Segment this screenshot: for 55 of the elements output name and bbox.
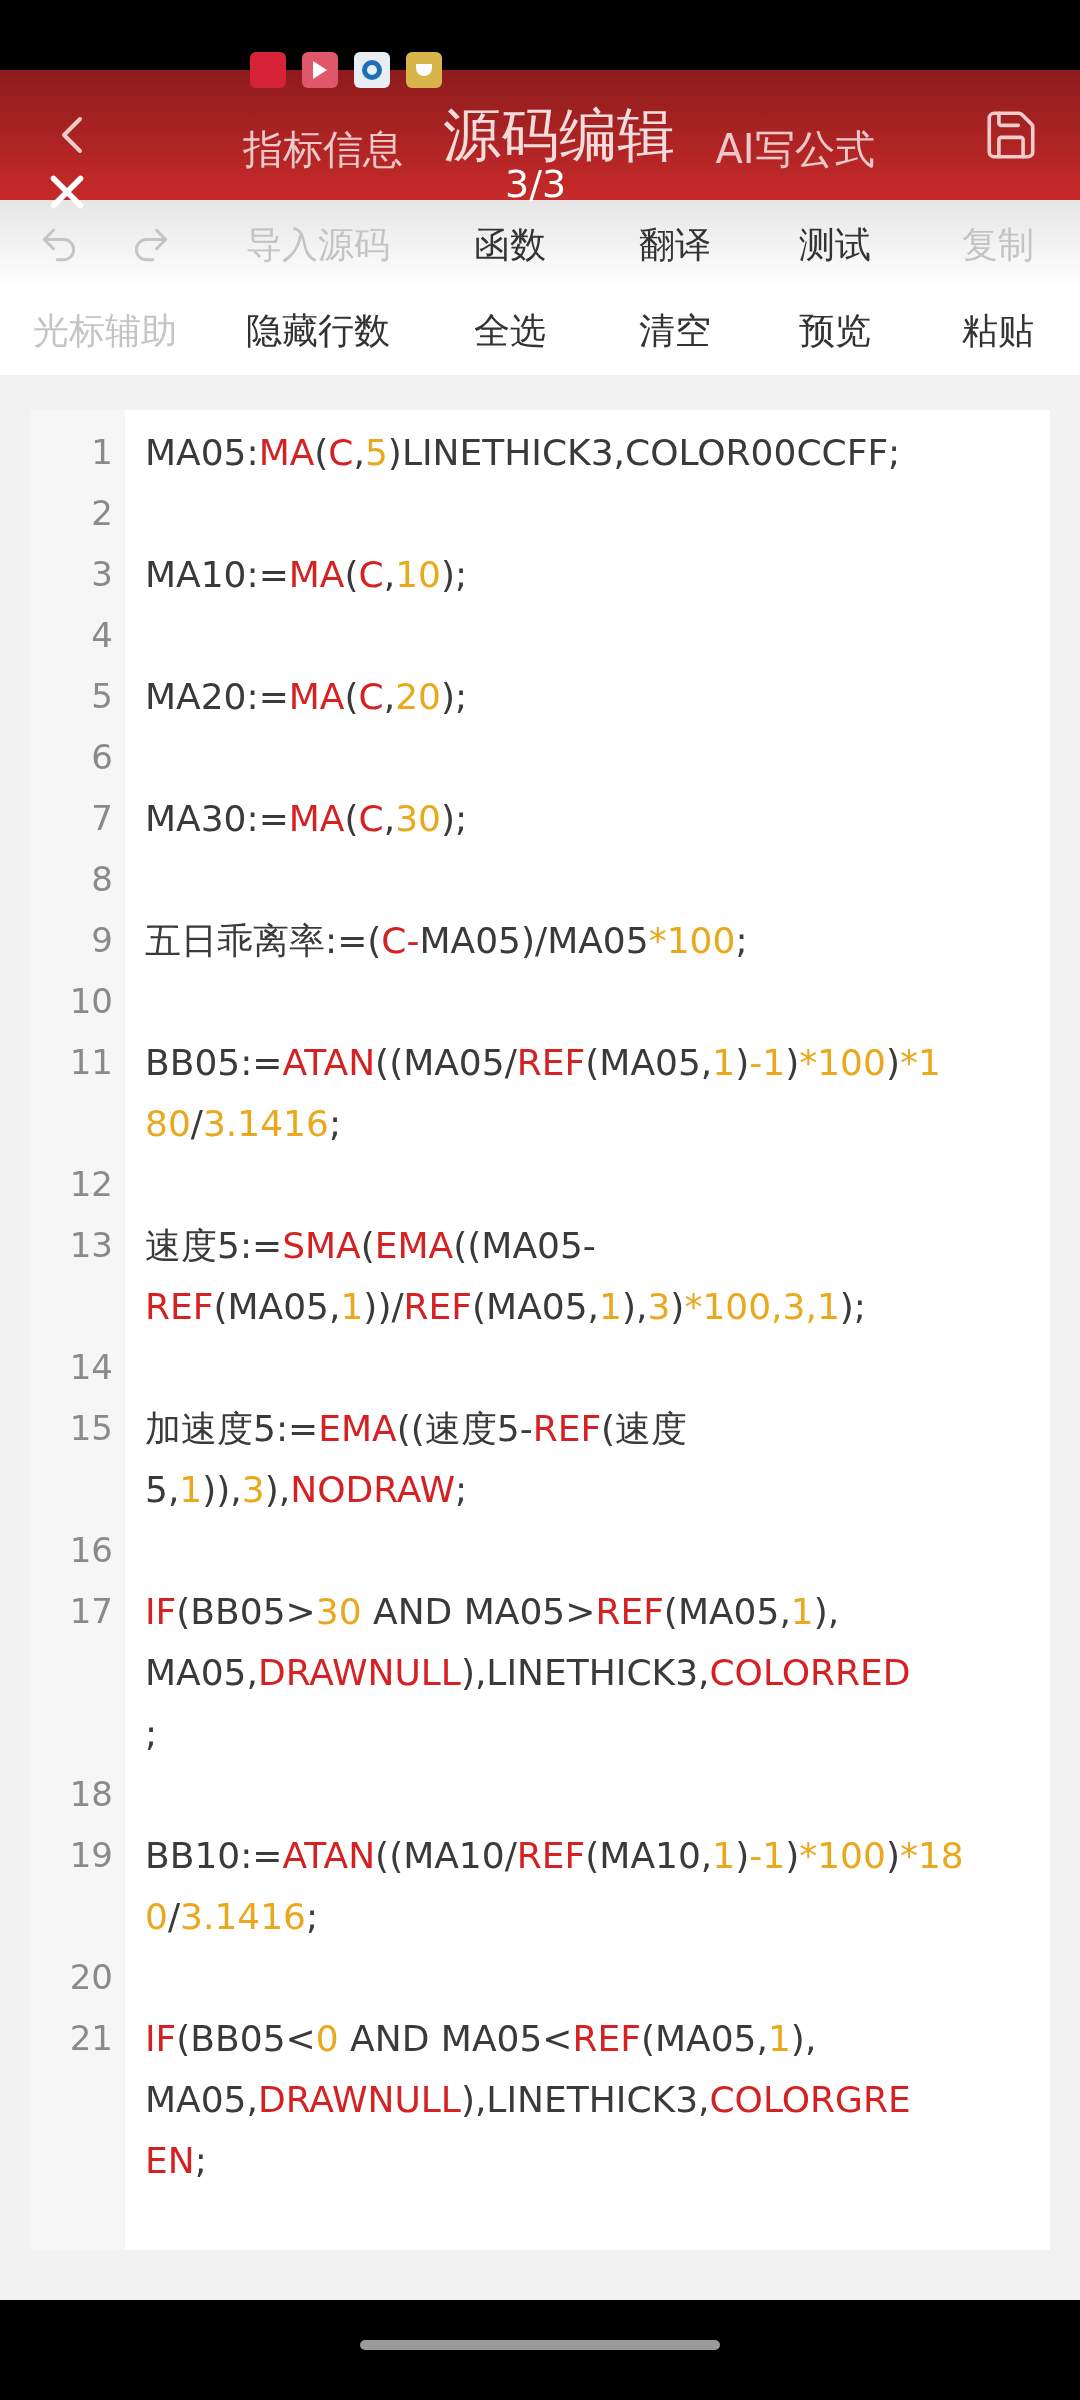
code-line: ; [145,1713,158,1754]
line-number: 18 [69,1773,113,1816]
line-number: 8 [91,858,113,901]
app-icon [406,52,442,88]
code-line: 五日乖离率:=(C-MA05)/MA05*100; [145,920,748,961]
app-icon [354,52,390,88]
code-line: MA30:=MA(C,30); [145,798,468,839]
line-number: 3 [91,553,113,596]
code-line: EN; [145,2140,207,2181]
header-tab[interactable]: 指标信息 [227,118,420,179]
line-number: 13 [69,1224,113,1267]
toolbar-button[interactable]: 翻译 [639,217,711,272]
line-number: 19 [69,1834,113,1877]
code-line: MA20:=MA(C,20); [145,676,468,717]
code-line: BB05:=ATAN((MA05/REF(MA05,1)-1)*100)*1 [145,1042,941,1083]
toolbar-button[interactable]: 粘贴 [961,303,1034,358]
line-number: 1 [91,431,113,474]
line-number: 6 [91,736,113,779]
code-line: MA05,DRAWNULL),LINETHICK3,COLORGRE [145,2079,911,2120]
line-number: 15 [69,1407,113,1450]
code-line: MA10:=MA(C,10); [145,554,468,595]
line-number: 21 [69,2017,113,2060]
code-line: IF(BB05<0 AND MA05<REF(MA05,1), [145,2018,817,2059]
toolbar-button[interactable]: 全选 [474,303,546,358]
line-number: 4 [91,614,113,657]
line-number: 7 [91,797,113,840]
line-number: 10 [69,980,113,1023]
code-line: 5,1)),3),NODRAW; [145,1469,468,1510]
code-line: MA05,DRAWNULL),LINETHICK3,COLORRED [145,1652,911,1693]
app-icon [250,52,286,88]
code-line: BB10:=ATAN((MA10/REF(MA10,1)-1)*100)*18 [145,1835,964,1876]
line-number: 11 [69,1041,113,1084]
page-counter: 3/3 [505,165,567,203]
toolbar-button[interactable]: 测试 [799,217,871,272]
line-number: 20 [69,1956,113,1999]
line-number: 9 [91,919,113,962]
toolbar-button[interactable]: 清空 [639,303,711,358]
header-tab[interactable]: AI写公式 [699,118,891,179]
code-line: 速度5:=SMA(EMA((MA05- [145,1225,596,1266]
toolbar-button[interactable]: 函数 [474,217,546,272]
toolbar-button[interactable]: 预览 [799,303,871,358]
play-icon [302,52,338,88]
line-number: 16 [69,1529,113,1572]
code-line: MA05:MA(C,5)LINETHICK3,COLOR00CCFF; [145,432,901,473]
line-number: 17 [69,1590,113,1633]
line-number: 5 [91,675,113,718]
code-line: IF(BB05>30 AND MA05>REF(MA05,1), [145,1591,840,1632]
line-number: 14 [69,1346,113,1389]
code-line: 0/3.1416; [145,1896,319,1937]
code-line: 加速度5:=EMA((速度5-REF(速度 [145,1408,688,1449]
toolbar-button[interactable]: 隐藏行数 [245,303,390,358]
code-line: REF(MA05,1))/REF(MA05,1),3)*100,3,1); [145,1286,866,1327]
line-number: 2 [91,492,113,535]
code-line: 80/3.1416; [145,1103,342,1144]
line-number: 12 [69,1163,113,1206]
